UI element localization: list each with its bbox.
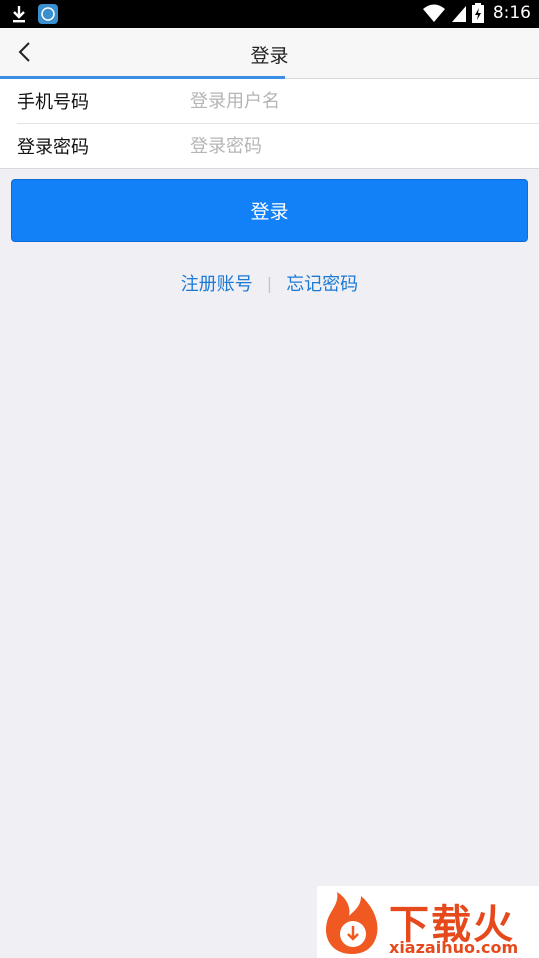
login-button[interactable]: 登录 (11, 179, 528, 242)
flame-logo-icon (325, 892, 378, 954)
auth-links: 注册账号 | 忘记密码 (0, 270, 539, 296)
page-title: 登录 (250, 45, 289, 67)
wifi-icon (422, 4, 445, 22)
register-link[interactable]: 注册账号 (181, 270, 253, 296)
battery-icon (471, 3, 484, 23)
status-left-icons (10, 4, 58, 24)
status-time: 8:16 (492, 3, 531, 23)
link-divider: | (266, 273, 273, 293)
password-label: 登录密码 (17, 137, 89, 158)
username-input[interactable] (190, 79, 529, 123)
password-row: 登录密码 (17, 123, 539, 168)
forgot-password-link[interactable]: 忘记密码 (286, 270, 358, 296)
status-bar: 8:16 (0, 0, 539, 28)
download-icon (13, 6, 25, 23)
watermark-site-text: xiazaihuo.com (389, 938, 519, 957)
nav-header: 登录 (0, 28, 539, 79)
phone-label: 手机号码 (17, 92, 89, 113)
status-right-icons: 8:16 (422, 3, 531, 23)
login-form: 手机号码 登录密码 (0, 79, 539, 169)
app-icon (38, 4, 58, 24)
watermark: 下载火 xiazaihuo.com (317, 886, 539, 958)
signal-icon (451, 6, 466, 22)
phone-row: 手机号码 (0, 79, 539, 123)
password-input[interactable] (190, 124, 529, 168)
